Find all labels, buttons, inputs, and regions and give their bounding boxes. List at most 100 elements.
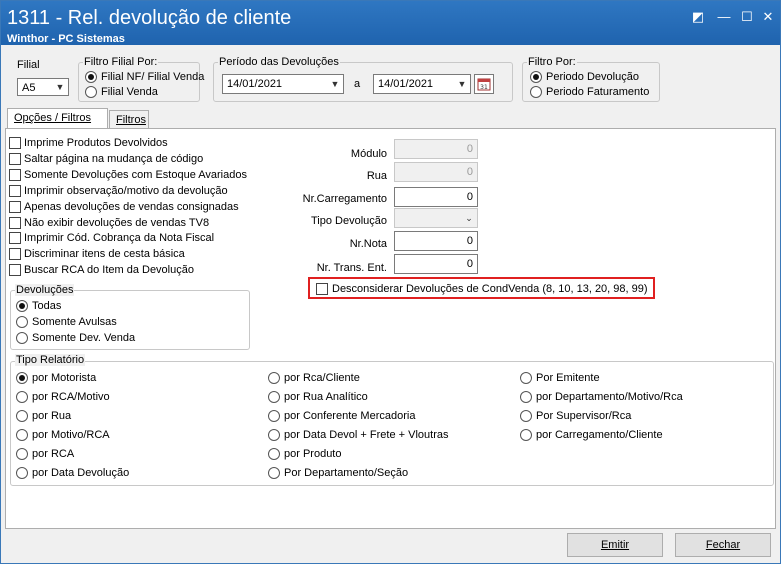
tipo-relatorio-option-radio[interactable] bbox=[268, 448, 280, 460]
emitir-label: Emitir bbox=[600, 539, 630, 551]
report-window: 1311 - Rel. devolução de cliente Winthor… bbox=[0, 0, 781, 564]
maximize-icon[interactable]: ☐ bbox=[738, 9, 756, 25]
option-checkbox[interactable] bbox=[9, 232, 21, 245]
tipo-relatorio-option-radio[interactable] bbox=[268, 372, 280, 384]
option-checkbox[interactable] bbox=[9, 248, 21, 261]
tab-filtros[interactable]: Filtros bbox=[109, 110, 149, 128]
restore-icon[interactable]: ◩ bbox=[689, 9, 707, 25]
option-checkbox-label: Discriminar itens de cesta básica bbox=[24, 248, 185, 261]
tab-label: Filtros bbox=[116, 114, 146, 126]
tipo-relatorio-option-label: por Carregamento/Cliente bbox=[536, 429, 663, 441]
option-checkbox[interactable] bbox=[9, 152, 21, 165]
modulo-label: Módulo bbox=[350, 148, 387, 160]
tipo-relatorio-option-label: por Conferente Mercadoria bbox=[284, 410, 416, 422]
tipo-relatorio-option-radio[interactable] bbox=[268, 410, 280, 422]
option-checkbox[interactable] bbox=[9, 184, 21, 197]
devolucoes-label: Devoluções bbox=[15, 284, 75, 296]
tipo-relatorio-option-label: por Departamento/Motivo/Rca bbox=[536, 391, 683, 403]
svg-text:31: 31 bbox=[480, 84, 488, 91]
filial-label: Filial bbox=[17, 59, 40, 71]
window-subtitle: Winthor - PC Sistemas bbox=[7, 33, 125, 45]
filtro-por-option-radio[interactable] bbox=[530, 71, 542, 83]
tipo-devolucao-label: Tipo Devolução bbox=[310, 215, 387, 227]
nota-label: Nr.Nota bbox=[349, 238, 387, 250]
filial-select[interactable]: A5 ▼ bbox=[17, 78, 69, 96]
periodo-to-input[interactable]: 14/01/2021 ▼ bbox=[373, 74, 471, 94]
calendar-icon[interactable]: 31 bbox=[474, 74, 494, 94]
tipo-relatorio-option-label: Por Departamento/Seção bbox=[284, 467, 409, 479]
tipo-relatorio-option-radio[interactable] bbox=[520, 429, 532, 441]
tipo-relatorio-option-radio[interactable] bbox=[16, 372, 28, 384]
chevron-down-icon[interactable]: ▼ bbox=[52, 79, 68, 95]
option-checkbox-label: Imprimir observação/motivo da devolução bbox=[24, 184, 228, 197]
modulo-input[interactable]: 0 bbox=[394, 139, 478, 159]
filtro-filial-option-radio[interactable] bbox=[85, 86, 97, 98]
filtro-filial-option-radio[interactable] bbox=[85, 71, 97, 83]
option-checkbox[interactable] bbox=[9, 137, 21, 149]
periodo-to-value: 14/01/2021 bbox=[378, 78, 434, 90]
devolucoes-option-radio[interactable] bbox=[16, 332, 28, 344]
option-checkbox[interactable] bbox=[9, 200, 21, 213]
tipo-relatorio-option-label: por Motorista bbox=[32, 372, 97, 384]
minimize-icon[interactable]: — bbox=[715, 9, 733, 25]
tipo-relatorio-option-label: por Rca/Cliente bbox=[284, 372, 360, 384]
devolucoes-option-radio[interactable] bbox=[16, 300, 28, 312]
nota-input[interactable]: 0 bbox=[394, 231, 478, 251]
carregamento-input[interactable]: 0 bbox=[394, 187, 478, 207]
window-title: 1311 - Rel. devolução de cliente bbox=[7, 7, 292, 29]
devolucoes-option-label: Somente Avulsas bbox=[32, 316, 117, 328]
desconsiderar-checkbox[interactable] bbox=[316, 283, 328, 295]
tipo-relatorio-option-radio[interactable] bbox=[16, 448, 28, 460]
chevron-down-icon[interactable]: ⌄ bbox=[461, 209, 477, 227]
filtro-filial-option-label: Filial NF/ Filial Venda bbox=[101, 71, 205, 83]
filtro-por-label: Filtro Por: bbox=[527, 56, 577, 68]
desconsiderar-label: Desconsiderar Devoluções de CondVenda (8… bbox=[332, 283, 648, 295]
tipo-relatorio-option-label: por Motivo/RCA bbox=[32, 429, 110, 441]
periodo-separator: a bbox=[354, 78, 361, 90]
option-checkbox-label: Imprimir Cód. Cobrança da Nota Fiscal bbox=[24, 232, 215, 245]
emitir-button[interactable]: Emitir bbox=[567, 533, 663, 557]
filtro-filial-option-label: Filial Venda bbox=[101, 86, 158, 98]
tipo-relatorio-option-label: por RCA/Motivo bbox=[32, 391, 110, 403]
tipo-devolucao-select[interactable]: ⌄ bbox=[394, 208, 478, 228]
option-checkbox-label: Buscar RCA do Item da Devolução bbox=[24, 264, 194, 277]
periodo-label: Período das Devoluções bbox=[218, 56, 340, 68]
option-checkbox[interactable] bbox=[9, 168, 21, 181]
rua-input[interactable]: 0 bbox=[394, 162, 478, 182]
trans-label: Nr. Trans. Ent. bbox=[316, 262, 387, 274]
tipo-relatorio-option-radio[interactable] bbox=[16, 467, 28, 479]
tipo-relatorio-option-radio[interactable] bbox=[268, 429, 280, 441]
filtro-por-option-label: Periodo Faturamento bbox=[546, 86, 650, 98]
tipo-relatorio-option-label: por Data Devol + Frete + Vloutras bbox=[284, 429, 449, 441]
option-checkbox[interactable] bbox=[9, 216, 21, 229]
fechar-label: Fechar bbox=[705, 539, 741, 551]
tipo-relatorio-option-radio[interactable] bbox=[520, 391, 532, 403]
tipo-relatorio-option-radio[interactable] bbox=[268, 467, 280, 479]
title-bar[interactable]: 1311 - Rel. devolução de cliente Winthor… bbox=[1, 1, 780, 45]
close-icon[interactable]: ✕ bbox=[759, 9, 777, 25]
devolucoes-option-radio[interactable] bbox=[16, 316, 28, 328]
chevron-down-icon[interactable]: ▼ bbox=[327, 75, 343, 93]
filtro-por-option-radio[interactable] bbox=[530, 86, 542, 98]
trans-input[interactable]: 0 bbox=[394, 254, 478, 274]
periodo-from-input[interactable]: 14/01/2021 ▼ bbox=[222, 74, 344, 94]
tipo-relatorio-option-radio[interactable] bbox=[520, 372, 532, 384]
tab-opcoes-filtros[interactable]: Opções / Filtros bbox=[7, 108, 108, 128]
filial-value: A5 bbox=[22, 82, 36, 94]
option-checkbox[interactable] bbox=[9, 264, 21, 277]
tipo-relatorio-option-label: por Rua Analítico bbox=[284, 391, 368, 403]
periodo-from-value: 14/01/2021 bbox=[227, 78, 283, 90]
tipo-relatorio-option-radio[interactable] bbox=[16, 429, 28, 441]
devolucoes-option-label: Todas bbox=[32, 300, 62, 312]
carregamento-label: Nr.Carregamento bbox=[302, 193, 387, 205]
tipo-relatorio-option-radio[interactable] bbox=[16, 391, 28, 403]
filtro-filial-label: Filtro Filial Por: bbox=[83, 56, 159, 68]
tipo-relatorio-label: Tipo Relatório bbox=[15, 354, 86, 366]
tipo-relatorio-option-label: por RCA bbox=[32, 448, 75, 460]
chevron-down-icon[interactable]: ▼ bbox=[454, 75, 470, 93]
fechar-button[interactable]: Fechar bbox=[675, 533, 771, 557]
tipo-relatorio-option-radio[interactable] bbox=[268, 391, 280, 403]
tipo-relatorio-option-radio[interactable] bbox=[520, 410, 532, 422]
tipo-relatorio-option-radio[interactable] bbox=[16, 410, 28, 422]
tipo-relatorio-option-label: por Produto bbox=[284, 448, 342, 460]
